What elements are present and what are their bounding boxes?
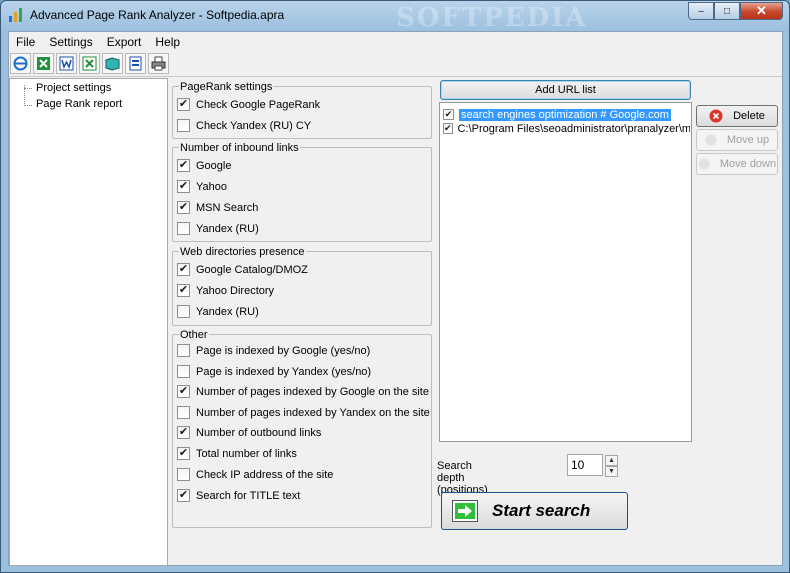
checkbox-check-yandex-cy[interactable]: Check Yandex (RU) CY: [177, 119, 311, 132]
menu-export[interactable]: Export: [100, 35, 149, 49]
menu-help[interactable]: Help: [148, 35, 187, 49]
group-inbound-links: Number of inbound links ✔ Google ✔ Yahoo ✔…: [172, 142, 432, 242]
close-button[interactable]: ✕: [740, 2, 783, 20]
list-item[interactable]: ✔ C:\Program Files\seoadministrator\prana…: [443, 122, 690, 135]
group-title: PageRank settings: [179, 81, 274, 93]
checkbox[interactable]: ✔: [177, 201, 190, 214]
checkbox-inbound-google[interactable]: ✔ Google: [177, 159, 231, 172]
list-item[interactable]: ✔ search engines optimization # Google.co…: [443, 108, 690, 121]
title-bar[interactable]: Advanced Page Rank Analyzer - Softpedia.…: [1, 1, 789, 33]
settings-panel: PageRank settings ✔ Check Google PageRank…: [172, 78, 440, 528]
checkbox-dir-yandex[interactable]: Yandex (RU): [177, 305, 259, 318]
spin-up-button[interactable]: ▲: [605, 455, 618, 466]
tree-item-project-settings[interactable]: Project settings: [36, 82, 111, 94]
checkbox[interactable]: ✔: [177, 284, 190, 297]
group-other: Other Page is indexed by Google (yes/no)…: [172, 329, 432, 528]
app-window: Advanced Page Rank Analyzer - Softpedia.…: [0, 0, 790, 573]
checkbox[interactable]: ✔: [443, 109, 454, 120]
checkbox-inbound-msn[interactable]: ✔ MSN Search: [177, 201, 258, 214]
checkbox[interactable]: ✔: [443, 123, 453, 134]
move-down-button[interactable]: Move down: [696, 153, 778, 175]
delete-button[interactable]: Delete: [696, 105, 778, 127]
maximize-button[interactable]: □: [714, 2, 740, 20]
checkbox-search-title[interactable]: ✔ Search for TITLE text: [177, 489, 300, 502]
tree-item-page-rank-report[interactable]: Page Rank report: [36, 98, 122, 110]
checkbox-indexed-google[interactable]: Page is indexed by Google (yes/no): [177, 344, 370, 357]
checkbox-total-links[interactable]: ✔ Total number of links: [177, 447, 297, 460]
search-depth-label: Search depth (positions): [437, 460, 488, 496]
minimize-button[interactable]: ‒: [688, 2, 714, 20]
add-url-list-button[interactable]: Add URL list: [440, 80, 691, 100]
checkbox[interactable]: [177, 222, 190, 235]
url-list[interactable]: ✔ search engines optimization # Google.co…: [439, 102, 692, 442]
checkbox-dir-yahoo[interactable]: ✔ Yahoo Directory: [177, 284, 274, 297]
arrow-down-icon: [698, 158, 710, 170]
checkbox-inbound-yandex[interactable]: Yandex (RU): [177, 222, 259, 235]
checkbox-indexed-yandex[interactable]: Page is indexed by Yandex (yes/no): [177, 365, 371, 378]
move-up-button[interactable]: Move up: [696, 129, 778, 151]
checkbox[interactable]: [177, 305, 190, 318]
menu-bar: File Settings Export Help: [9, 32, 782, 51]
watermark: SOFTPEDIA: [396, 3, 588, 33]
checkbox[interactable]: [177, 119, 190, 132]
start-search-button[interactable]: Start search: [441, 492, 628, 530]
checkbox-pages-indexed-google[interactable]: ✔ Number of pages indexed by Google on th…: [177, 385, 429, 398]
checkbox[interactable]: [177, 406, 190, 419]
checkbox[interactable]: ✔: [177, 263, 190, 276]
checkbox[interactable]: [177, 468, 190, 481]
excel-icon[interactable]: [33, 53, 54, 74]
checkbox-dir-dmoz[interactable]: ✔ Google Catalog/DMOZ: [177, 263, 308, 276]
report-icon[interactable]: [125, 53, 146, 74]
checkbox-inbound-yahoo[interactable]: ✔ Yahoo: [177, 180, 227, 193]
checkbox-pages-indexed-yandex[interactable]: Number of pages indexed by Yandex on the…: [177, 406, 430, 419]
checkbox[interactable]: ✔: [177, 98, 190, 111]
window-title: Advanced Page Rank Analyzer - Softpedia.…: [30, 8, 285, 22]
menu-file[interactable]: File: [9, 35, 42, 49]
arrow-up-icon: [705, 134, 717, 146]
group-pagerank-settings: PageRank settings ✔ Check Google PageRank…: [172, 81, 432, 139]
menu-settings[interactable]: Settings: [42, 35, 99, 49]
print-icon[interactable]: [148, 53, 169, 74]
checkbox[interactable]: [177, 344, 190, 357]
excel-export-icon[interactable]: [79, 53, 100, 74]
word-icon[interactable]: [56, 53, 77, 74]
client-area: File Settings Export Help Project settin…: [8, 31, 783, 566]
checkbox-check-ip[interactable]: Check IP address of the site: [177, 468, 333, 481]
toolbar: [9, 51, 782, 77]
group-web-directories: Web directories presence ✔ Google Catalog…: [172, 246, 432, 326]
checkbox[interactable]: ✔: [177, 489, 190, 502]
app-icon: [9, 8, 22, 22]
tree-connector: [24, 88, 32, 89]
checkbox-check-google-pagerank[interactable]: ✔ Check Google PageRank: [177, 98, 320, 111]
group-title: Number of inbound links: [179, 142, 300, 154]
navigation-tree[interactable]: Project settings Page Rank report: [9, 78, 168, 566]
ie-icon[interactable]: [10, 53, 31, 74]
group-title: Other: [179, 329, 209, 341]
search-depth-input[interactable]: 10: [567, 454, 603, 476]
tree-connector: [24, 105, 32, 106]
arrow-right-icon: [452, 500, 478, 522]
checkbox[interactable]: ✔: [177, 385, 190, 398]
start-search-label: Start search: [492, 501, 591, 520]
checkbox[interactable]: ✔: [177, 159, 190, 172]
delete-icon: [709, 109, 723, 123]
open-book-icon[interactable]: [102, 53, 123, 74]
checkbox-outbound-links[interactable]: ✔ Number of outbound links: [177, 426, 321, 439]
group-title: Web directories presence: [179, 246, 306, 258]
checkbox[interactable]: ✔: [177, 426, 190, 439]
checkbox[interactable]: ✔: [177, 180, 190, 193]
spin-down-button[interactable]: ▼: [605, 466, 618, 477]
checkbox[interactable]: [177, 365, 190, 378]
checkbox[interactable]: ✔: [177, 447, 190, 460]
